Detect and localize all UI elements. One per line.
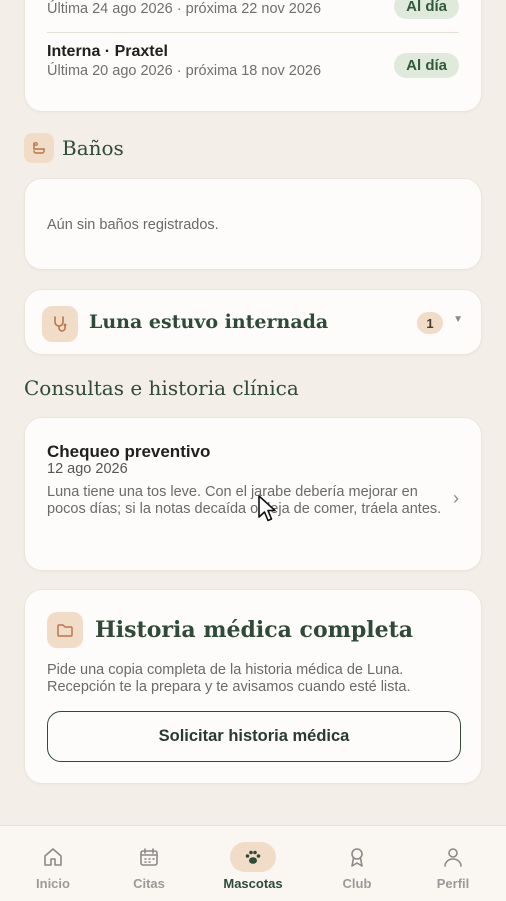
nav-item-citas[interactable]: Citas bbox=[109, 842, 189, 891]
banos-section-header: Baños bbox=[24, 133, 124, 163]
status-badge: Al día bbox=[394, 53, 459, 78]
internacion-toggle[interactable]: Luna estuvo internada 1 ▼ bbox=[24, 289, 482, 355]
paw-icon bbox=[230, 842, 276, 872]
home-icon bbox=[13, 842, 93, 872]
banos-card: Aún sin baños registrados. bbox=[24, 178, 482, 270]
empty-state-text: Aún sin baños registrados. bbox=[47, 217, 219, 233]
consulta-name: Chequeo preventivo bbox=[47, 442, 211, 461]
section-title: Baños bbox=[62, 136, 124, 160]
chevron-down-icon: ▼ bbox=[453, 314, 463, 325]
bath-icon bbox=[24, 133, 54, 163]
consulta-summary: Luna tiene una tos leve. Con el jarabe d… bbox=[47, 484, 442, 517]
mouse-cursor-icon bbox=[258, 495, 280, 528]
nav-label: Mascotas bbox=[223, 876, 283, 891]
chevron-right-icon: › bbox=[453, 488, 459, 508]
calendar-icon bbox=[109, 842, 189, 872]
nav-item-mascotas[interactable]: Mascotas bbox=[213, 842, 293, 891]
internacion-title: Luna estuvo internada bbox=[89, 311, 329, 333]
award-icon bbox=[317, 842, 397, 872]
request-history-button[interactable]: Solicitar historia médica bbox=[47, 711, 461, 762]
nav-label: Inicio bbox=[36, 876, 70, 891]
historia-title: Historia médica completa bbox=[95, 617, 414, 643]
vaccine-row: Interna · Praxtel Última 20 ago 2026 · p… bbox=[47, 43, 459, 79]
divider bbox=[47, 32, 459, 33]
vaccines-card: Última 24 ago 2026 · próxima 22 nov 2026… bbox=[24, 0, 482, 112]
status-badge: Al día bbox=[394, 0, 459, 19]
stethoscope-icon bbox=[42, 306, 78, 342]
historia-card: Historia médica completa Pide una copia … bbox=[24, 589, 482, 784]
nav-item-perfil[interactable]: Perfil bbox=[413, 842, 493, 891]
count-badge: 1 bbox=[417, 312, 443, 334]
vaccine-row: Última 24 ago 2026 · próxima 22 nov 2026… bbox=[47, 0, 459, 19]
nav-icon-wrap bbox=[213, 842, 293, 872]
consulta-date: 12 ago 2026 bbox=[47, 461, 128, 477]
folder-icon bbox=[47, 612, 83, 648]
nav-item-club[interactable]: Club bbox=[317, 842, 397, 891]
nav-item-inicio[interactable]: Inicio bbox=[13, 842, 93, 891]
historia-description: Pide una copia completa de la historia m… bbox=[47, 662, 411, 695]
user-icon bbox=[413, 842, 493, 872]
nav-label: Perfil bbox=[436, 876, 470, 891]
consulta-item[interactable]: Chequeo preventivo 12 ago 2026 Luna tien… bbox=[24, 417, 482, 571]
nav-label: Club bbox=[342, 876, 372, 891]
bottom-nav: Inicio Citas Mascotas Club Perfil bbox=[0, 825, 506, 901]
nav-label: Citas bbox=[133, 876, 165, 891]
section-title: Consultas e historia clínica bbox=[24, 376, 299, 400]
